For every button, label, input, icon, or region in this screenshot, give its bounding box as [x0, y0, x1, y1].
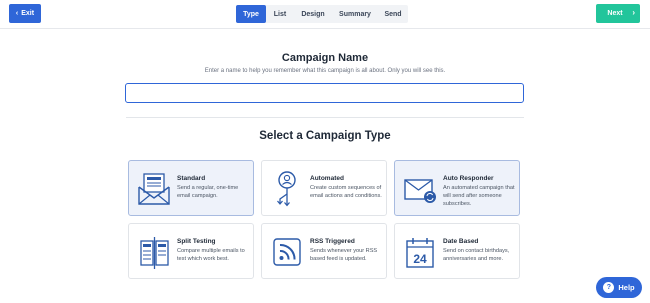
envelope-sync-icon — [404, 179, 436, 203]
campaign-type-date-based[interactable]: 24 Date Based Send on contact birthdays,… — [394, 223, 520, 279]
campaign-type-automated[interactable]: Automated Create custom sequences of ema… — [261, 160, 387, 216]
card-description: An automated campaign that will send aft… — [443, 185, 515, 207]
automation-flow-icon — [277, 171, 296, 207]
exit-label: Exit — [21, 10, 35, 17]
tab-send[interactable]: Send — [378, 5, 408, 23]
card-description: Create custom sequences of email actions… — [310, 185, 382, 199]
card-description: Sends whenever your RSS based feed is up… — [310, 248, 378, 262]
campaign-name-title: Campaign Name — [281, 52, 369, 64]
card-title: Auto Responder — [443, 175, 494, 182]
card-title: Date Based — [443, 238, 479, 245]
tab-type[interactable]: Type — [236, 5, 266, 23]
campaign-type-split-testing[interactable]: Split Testing Compare multiple emails to… — [128, 223, 254, 279]
card-title: Standard — [177, 175, 206, 182]
campaign-type-title: Select a Campaign Type — [259, 130, 391, 142]
next-button[interactable]: Next › — [596, 4, 640, 23]
help-label: Help — [618, 283, 635, 292]
chevron-right-icon: › — [632, 8, 635, 17]
tab-list[interactable]: List — [266, 5, 294, 23]
card-title: RSS Triggered — [310, 238, 355, 245]
question-icon: ? — [603, 282, 615, 293]
next-label: Next — [607, 10, 623, 17]
top-bar: ‹ Exit Type List Design Summary Send Nex… — [0, 0, 650, 29]
rss-icon — [273, 238, 301, 266]
section-divider — [126, 117, 524, 118]
envelope-newsletter-icon — [138, 173, 170, 205]
campaign-type-standard[interactable]: Standard Send a regular, one-time email … — [128, 160, 254, 216]
exit-button[interactable]: ‹ Exit — [9, 4, 41, 23]
campaign-type-auto-responder[interactable]: Auto Responder An automated campaign tha… — [394, 160, 520, 216]
chevron-left-icon: ‹ — [15, 10, 19, 17]
card-title: Split Testing — [177, 238, 216, 245]
split-test-icon — [140, 237, 169, 269]
card-description: Compare multiple emails to test which wo… — [177, 248, 245, 262]
calendar-day-number: 24 — [413, 252, 427, 266]
card-description: Send a regular, one-time email campaign. — [177, 185, 239, 199]
tab-design[interactable]: Design — [294, 5, 332, 23]
card-title: Automated — [310, 175, 344, 182]
calendar-icon: 24 — [406, 238, 434, 268]
tab-summary[interactable]: Summary — [332, 5, 378, 23]
campaign-type-rss-triggered[interactable]: RSS Triggered Sends whenever your RSS ba… — [261, 223, 387, 279]
campaign-name-input[interactable] — [125, 83, 524, 103]
step-navigation: Type List Design Summary Send — [236, 5, 408, 23]
help-button[interactable]: ? Help — [596, 277, 642, 298]
campaign-name-subtitle: Enter a name to help you remember what t… — [204, 68, 446, 74]
card-description: Send on contact birthdays, anniversaries… — [443, 248, 510, 262]
